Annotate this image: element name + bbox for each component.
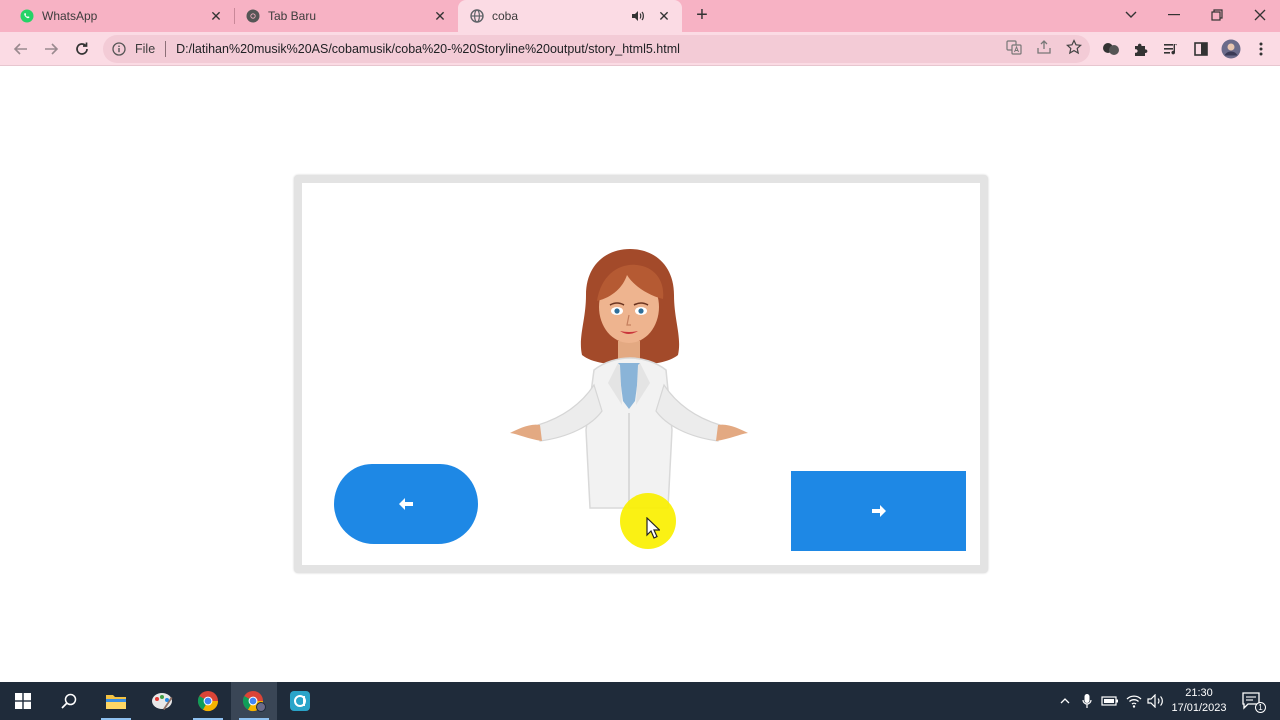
taskbar-file-explorer[interactable] [93, 682, 139, 720]
scheme-label: File [135, 42, 156, 56]
tab-strip: WhatsApp ✕ Tab Baru ✕ coba ✕ + [0, 0, 1280, 32]
network-button[interactable] [1124, 682, 1144, 720]
chevron-up-icon [1060, 698, 1070, 704]
tab-whatsapp[interactable]: WhatsApp ✕ [0, 0, 234, 32]
tab-coba[interactable]: coba ✕ [458, 0, 682, 32]
puzzle-icon [1135, 43, 1148, 56]
media-controls-button[interactable] [1161, 39, 1181, 59]
info-icon[interactable] [111, 41, 127, 57]
extension-app-icon [1103, 43, 1119, 55]
queue-music-icon [1164, 44, 1177, 55]
menu-button[interactable] [1251, 39, 1271, 59]
search-button[interactable] [46, 682, 92, 720]
clock-time: 21:30 [1185, 687, 1213, 699]
minimize-icon [1168, 14, 1180, 16]
volume-button[interactable] [1146, 682, 1166, 720]
translate-button[interactable] [1005, 38, 1023, 56]
taskbar-app[interactable] [277, 682, 323, 720]
paint-icon [152, 693, 173, 710]
chrome-icon [246, 9, 260, 23]
close-icon [1254, 9, 1266, 21]
tab-title: coba [492, 9, 519, 23]
chrome-icon [197, 691, 219, 712]
reload-icon [76, 42, 88, 55]
speaker-icon[interactable] [630, 8, 646, 24]
windows-taskbar: 21:30 17/01/2023 1 [0, 682, 1280, 720]
show-hidden-icons-button[interactable] [1056, 682, 1074, 720]
file-explorer-icon [106, 695, 126, 709]
arrow-left-icon [399, 498, 413, 510]
arrow-right-icon [871, 505, 886, 517]
chevron-down-icon [1125, 11, 1137, 18]
close-window-button[interactable] [1238, 0, 1280, 30]
microphone-icon [1082, 694, 1092, 708]
side-panel-button[interactable] [1191, 39, 1211, 59]
page-content [0, 67, 1280, 682]
extensions-button[interactable] [1131, 39, 1151, 59]
profile-button[interactable] [1221, 39, 1241, 59]
back-button[interactable] [9, 37, 33, 61]
share-button[interactable] [1035, 38, 1053, 56]
clock-date: 17/01/2023 [1171, 702, 1227, 714]
minimize-button[interactable] [1152, 0, 1196, 30]
more-vert-icon [1259, 42, 1263, 56]
next-button[interactable] [791, 471, 966, 551]
star-icon [1066, 39, 1082, 55]
mouse-cursor-icon [646, 517, 660, 539]
browser-window: WhatsApp ✕ Tab Baru ✕ coba ✕ + File D:/l… [0, 0, 1280, 720]
taskbar-clock[interactable]: 21:30 17/01/2023 [1166, 686, 1232, 716]
start-icon [15, 693, 31, 709]
address-bar[interactable]: File D:/latihan%20musik%20AS/cobamusik/c… [103, 35, 1090, 63]
reload-button[interactable] [70, 37, 94, 61]
translate-icon [1006, 40, 1022, 55]
globe-icon [470, 9, 484, 23]
url-text[interactable]: D:/latihan%20musik%20AS/cobamusik/coba%2… [176, 42, 1090, 56]
close-icon[interactable]: ✕ [432, 8, 448, 24]
speaker-icon [1147, 694, 1163, 708]
taskbar-paint[interactable] [139, 682, 185, 720]
forward-button[interactable] [39, 37, 63, 61]
wifi-icon [1126, 695, 1142, 708]
app-icon [290, 691, 310, 711]
tab-search-button[interactable] [1109, 0, 1153, 30]
arrow-back-icon [13, 43, 27, 55]
side-panel-icon [1194, 42, 1208, 56]
taskbar-chrome[interactable] [185, 682, 231, 720]
doctor-woman-illustration [510, 249, 748, 509]
address-divider [165, 41, 167, 57]
whatsapp-icon [20, 9, 34, 23]
battery-button[interactable] [1100, 682, 1120, 720]
tab-title: WhatsApp [42, 9, 98, 23]
taskbar-chrome-profile[interactable] [231, 682, 277, 720]
start-button[interactable] [0, 682, 46, 720]
arrow-forward-icon [45, 43, 59, 55]
bookmark-button[interactable] [1065, 38, 1083, 56]
search-icon [61, 693, 77, 709]
share-icon [1037, 40, 1051, 54]
close-icon[interactable]: ✕ [208, 8, 224, 24]
notifications-button[interactable]: 1 [1238, 682, 1266, 720]
battery-icon [1101, 696, 1118, 706]
tab-title: Tab Baru [268, 9, 317, 23]
close-icon[interactable]: ✕ [656, 8, 672, 24]
microphone-button[interactable] [1078, 682, 1096, 720]
extension-button[interactable] [1101, 39, 1121, 59]
chrome-profile-icon [242, 691, 266, 712]
avatar [1221, 39, 1241, 59]
notification-badge: 1 [1255, 702, 1266, 713]
previous-button[interactable] [334, 464, 478, 544]
new-tab-button[interactable]: + [692, 5, 712, 26]
restore-icon [1211, 9, 1223, 21]
tab-tab-baru[interactable]: Tab Baru ✕ [234, 0, 458, 32]
restore-button[interactable] [1195, 0, 1239, 30]
browser-toolbar: File D:/latihan%20musik%20AS/cobamusik/c… [0, 32, 1280, 66]
